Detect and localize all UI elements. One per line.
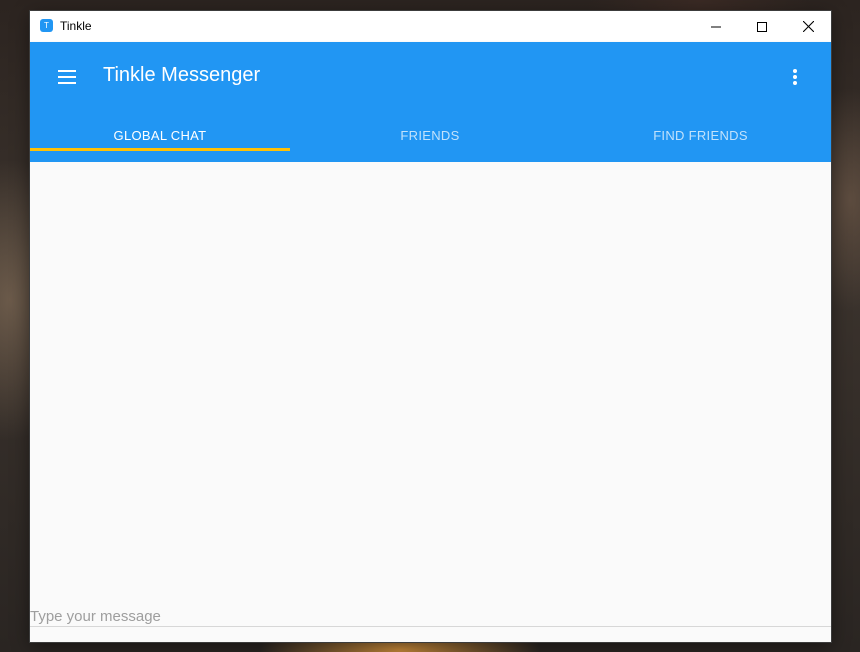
window-title: Tinkle xyxy=(60,19,92,33)
tab-friends[interactable]: FRIENDS xyxy=(290,108,570,162)
app-title: Tinkle Messenger xyxy=(103,64,261,86)
maximize-icon xyxy=(757,21,767,32)
chat-message-list[interactable] xyxy=(30,162,831,606)
tab-find-friends[interactable]: FIND FRIENDS xyxy=(570,108,831,162)
tab-bar: GLOBAL CHAT FRIENDS FIND FRIENDS xyxy=(30,108,831,162)
message-input[interactable] xyxy=(30,606,831,627)
more-vert-icon xyxy=(793,69,797,85)
maximize-button[interactable] xyxy=(739,11,785,42)
app-icon: T xyxy=(40,19,53,32)
overflow-menu-button[interactable] xyxy=(778,60,812,94)
minimize-button[interactable] xyxy=(693,11,739,42)
app-bar: Tinkle Messenger GLOBAL CHAT FRIENDS FIN… xyxy=(30,42,831,162)
close-icon xyxy=(802,21,814,32)
minimize-icon xyxy=(711,26,721,27)
title-bar[interactable]: T Tinkle xyxy=(30,11,831,42)
app-window: T Tinkle Tinkle Messenger GLOBAL CHAT FR… xyxy=(30,11,831,642)
tab-global-chat[interactable]: GLOBAL CHAT xyxy=(30,108,290,162)
menu-button[interactable] xyxy=(50,60,84,94)
hamburger-menu-icon xyxy=(58,70,76,84)
active-tab-indicator xyxy=(30,148,290,151)
close-button[interactable] xyxy=(785,11,831,42)
